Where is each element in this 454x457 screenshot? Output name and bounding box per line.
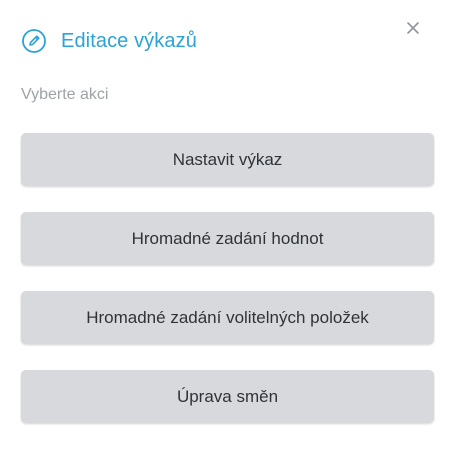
pencil-circle-icon: [21, 28, 47, 54]
edit-shifts-button[interactable]: Úprava směn: [21, 370, 434, 423]
dialog-header: Editace výkazů: [21, 26, 197, 56]
close-button[interactable]: [403, 20, 423, 40]
bulk-optional-items-button[interactable]: Hromadné zadání volitelných položek: [21, 291, 434, 344]
action-list: Nastavit výkaz Hromadné zadání hodnot Hr…: [21, 133, 434, 449]
edit-reports-dialog: Editace výkazů Vyberte akci Nastavit výk…: [0, 0, 454, 457]
bulk-values-button[interactable]: Hromadné zadání hodnot: [21, 212, 434, 265]
set-report-button[interactable]: Nastavit výkaz: [21, 133, 434, 186]
close-icon[interactable]: [406, 21, 420, 40]
dialog-subtitle: Vyberte akci: [21, 86, 109, 103]
dialog-title: Editace výkazů: [61, 30, 197, 52]
